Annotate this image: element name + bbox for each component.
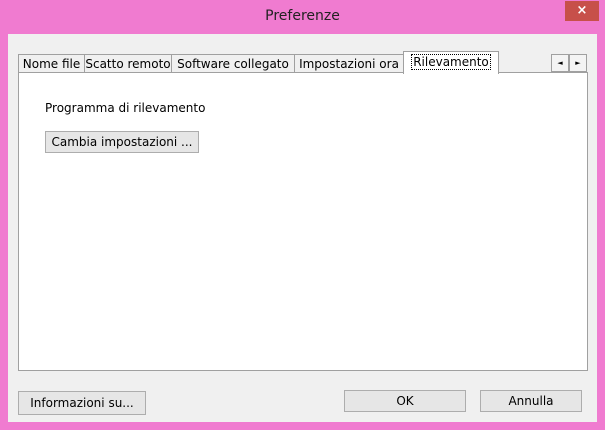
change-settings-button[interactable]: Cambia impostazioni ... (45, 131, 199, 153)
cancel-button[interactable]: Annulla (480, 390, 582, 412)
dialog-client-area: Nome file Scatto remoto Software collega… (8, 34, 597, 422)
preferences-window: Preferenze × Nome file Scatto remoto Sof… (0, 0, 605, 430)
tab-software-collegato[interactable]: Software collegato (171, 54, 295, 73)
tab-scroll-left-button[interactable]: ◄ (551, 54, 569, 72)
arrow-left-icon: ◄ (557, 59, 563, 67)
window-title: Preferenze (265, 8, 340, 24)
tab-label: Scatto remoto (85, 57, 171, 71)
ok-button[interactable]: OK (344, 390, 466, 412)
tab-scroll-right-button[interactable]: ► (569, 54, 587, 72)
tab-label: Impostazioni ora (299, 57, 399, 71)
close-button[interactable]: × (565, 1, 599, 21)
tab-scroll-arrows: ◄ ► (551, 54, 587, 72)
tab-panel-rilevamento: Programma di rilevamento Cambia impostaz… (18, 72, 588, 371)
tab-label: Software collegato (177, 57, 289, 71)
tab-impostazioni-ora[interactable]: Impostazioni ora (294, 54, 404, 73)
title-bar[interactable]: Preferenze × (0, 0, 605, 34)
tab-label: Rilevamento (411, 54, 491, 70)
detection-program-label: Programma di rilevamento (45, 101, 206, 115)
tab-scatto-remoto[interactable]: Scatto remoto (84, 54, 172, 73)
about-button[interactable]: Informazioni su... (18, 391, 146, 415)
tab-nome-file[interactable]: Nome file (18, 54, 85, 73)
tab-strip: Nome file Scatto remoto Software collega… (18, 51, 588, 74)
tab-label: Nome file (22, 57, 81, 71)
arrow-right-icon: ► (575, 59, 581, 67)
close-icon: × (576, 3, 588, 18)
tab-rilevamento[interactable]: Rilevamento (403, 51, 499, 74)
